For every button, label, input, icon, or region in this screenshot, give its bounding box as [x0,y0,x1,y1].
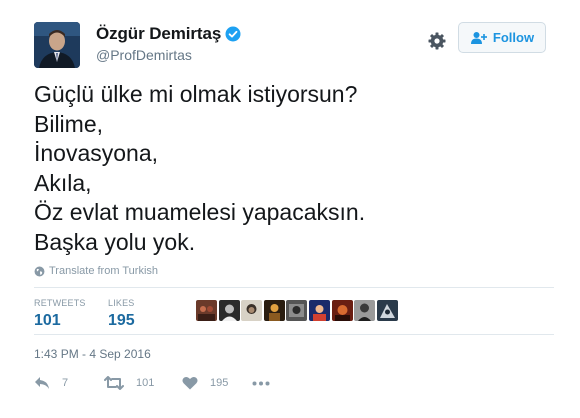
liker-avatar[interactable] [376,300,398,321]
liker-avatars [196,300,399,321]
retweets-count: 101 [34,312,61,329]
tweet-line: Bilime, [34,110,104,137]
globe-icon [34,266,45,276]
tweet-line: Güçlü ülke mi olmak istiyorsun? [34,81,358,107]
reply-icon [35,377,49,389]
author-handle[interactable]: @ProfDemirtas [96,47,241,63]
author-display-name[interactable]: Özgür Demirtaş [96,24,221,44]
liker-avatar[interactable] [308,300,330,321]
likes-count: 195 [108,312,135,329]
like-count: 195 [210,377,229,389]
liker-avatar[interactable] [354,300,376,321]
tweet-line: Öz evlat muamelesi yapacaksın. [34,199,366,225]
liker-avatar[interactable] [196,300,217,321]
likes-label: LIKES [108,298,135,308]
follow-button[interactable]: Follow [458,22,546,53]
divider [34,334,554,335]
follow-button-label: Follow [492,30,535,45]
retweets-stat[interactable]: RETWEETS 101 [34,298,86,330]
tweet-timestamp[interactable]: 1:43 PM - 4 Sep 2016 [34,347,151,361]
gear-icon[interactable] [427,31,447,51]
likes-stat[interactable]: LIKES 195 [108,298,135,330]
retweet-count: 101 [136,377,155,389]
liker-avatar[interactable] [286,300,308,321]
translate-link[interactable]: Translate from Turkish [34,265,158,277]
reply-count: 7 [62,377,69,389]
liker-avatar[interactable] [331,300,353,321]
verified-badge-icon [225,26,241,42]
liker-avatar[interactable] [241,300,263,321]
avatar-photo [34,22,80,68]
translate-label: Translate from Turkish [49,265,159,277]
like-button[interactable]: 195 [182,376,252,390]
display-name-row: Özgür Demirtaş [96,24,241,44]
divider [34,287,554,288]
more-button[interactable] [252,381,282,386]
author-avatar[interactable] [34,22,80,68]
retweet-button[interactable]: 101 [104,376,182,390]
retweets-label: RETWEETS [34,298,86,308]
add-user-icon [470,31,487,44]
more-dots-icon [252,381,270,385]
tweet-text: Güçlü ülke mi olmak istiyorsun? Bilime, … [34,80,554,257]
liker-avatar[interactable] [218,300,240,321]
liker-avatar[interactable] [263,300,285,321]
author-name-block: Özgür Demirtaş @ProfDemirtas [96,24,241,63]
tweet-line: Akıla, [34,169,92,196]
tweet-line: Başka yolu yok. [34,228,196,255]
tweet-actions: 7 101 195 [34,376,282,390]
reply-button[interactable]: 7 [34,376,104,390]
heart-icon [182,377,198,390]
retweet-icon [104,376,124,390]
tweet-line: İnovasyona, [34,140,159,166]
